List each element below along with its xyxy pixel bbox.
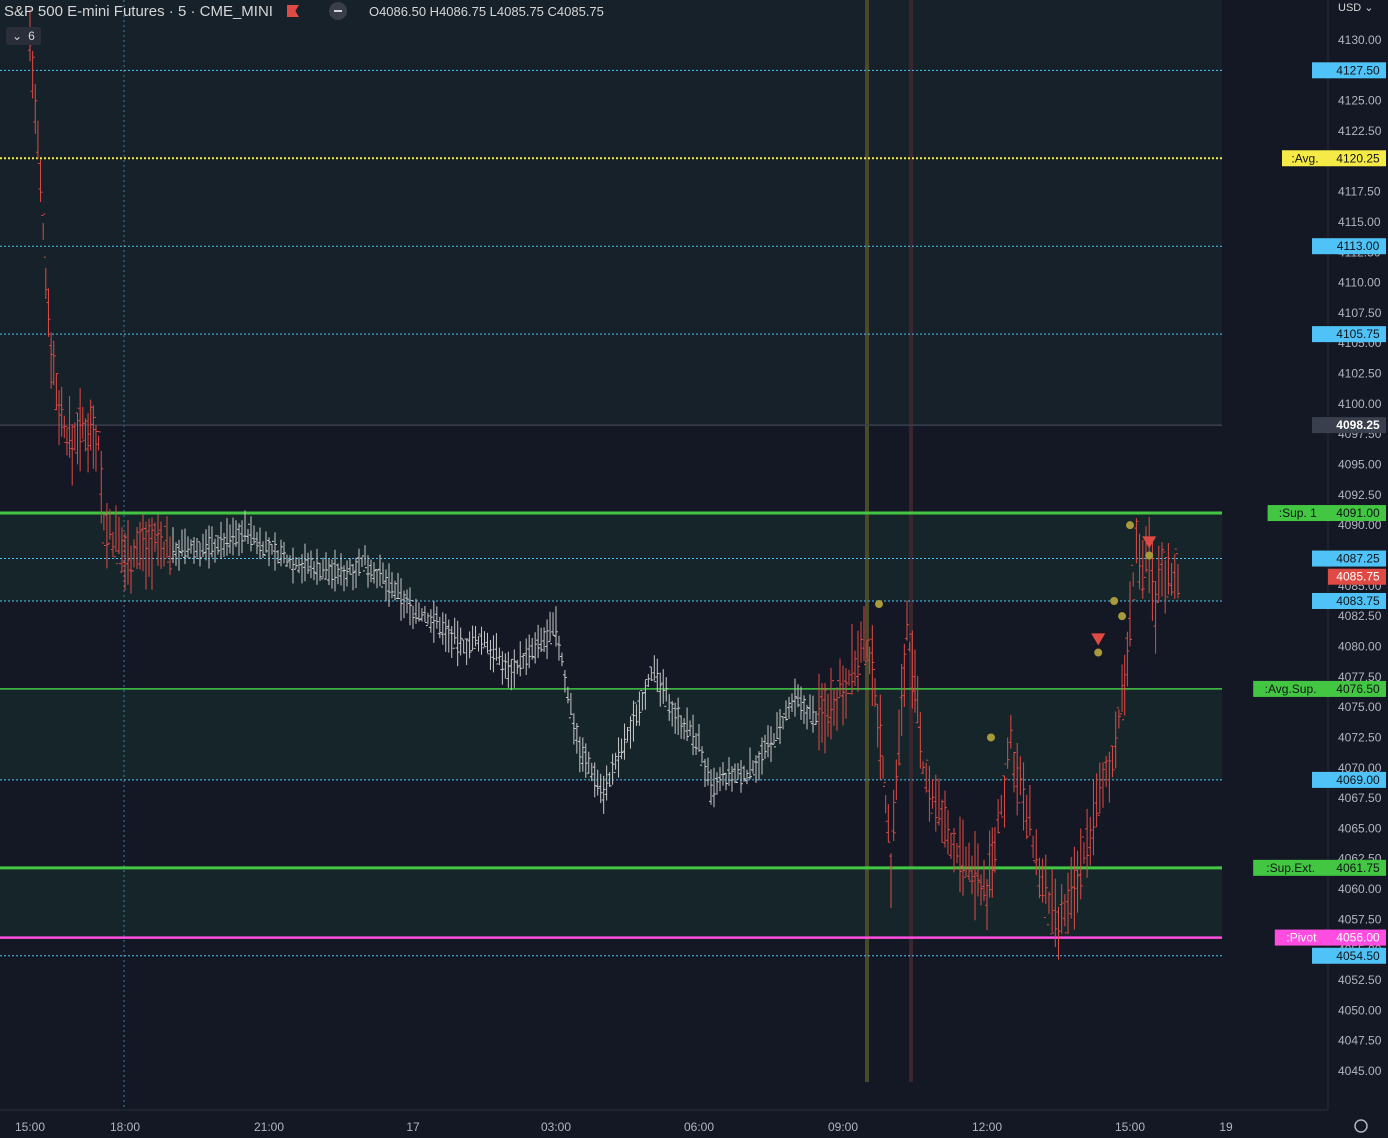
signal-dot (1110, 596, 1119, 605)
price-label: 4056.00 (1336, 931, 1380, 945)
y-tick-label: 4072.50 (1338, 730, 1382, 744)
signal-dot (1094, 648, 1103, 657)
x-tick-label: 09:00 (828, 1120, 858, 1134)
y-tick-label: 4080.00 (1338, 639, 1382, 653)
price-label-tab (1312, 62, 1328, 79)
x-tick-label: 06:00 (684, 1120, 714, 1134)
level-name: :Avg.Sup. (1265, 682, 1317, 696)
x-tick-label: 17 (406, 1120, 420, 1134)
price-label: 4098.25 (1336, 418, 1380, 432)
x-tick-label: 19 (1219, 1120, 1233, 1134)
supext-zone (0, 867, 1222, 938)
ohlc-readout: O4086.50 H4086.75 L4085.75 C4085.75 (368, 3, 604, 19)
upper-zone (0, 0, 1222, 426)
y-tick-label: 4125.00 (1338, 94, 1382, 108)
y-tick-label: 4115.00 (1338, 215, 1381, 229)
x-tick-label: 21:00 (254, 1120, 284, 1134)
x-tick-label: 03:00 (541, 1120, 571, 1134)
current-price-label: 4085.75 (1336, 570, 1380, 584)
price-label: 4087.25 (1336, 552, 1380, 566)
chart-header: S&P 500 E-mini Futures · 5 · CME_MINI O4… (0, 0, 604, 22)
y-tick-label: 4065.00 (1338, 821, 1382, 835)
price-label: 4105.75 (1336, 327, 1380, 341)
x-tick-label: 15:00 (15, 1120, 45, 1134)
price-label: 4091.00 (1336, 506, 1380, 520)
y-tick-label: 4102.50 (1338, 367, 1382, 381)
y-tick-label: 4092.50 (1338, 488, 1382, 502)
y-tick-label: 4060.00 (1338, 882, 1382, 896)
price-label: 4076.50 (1336, 682, 1380, 696)
y-tick-label: 4045.00 (1338, 1064, 1382, 1078)
price-label-tab (1312, 771, 1328, 788)
level-name: :Sup.Ext. (1266, 861, 1315, 875)
y-tick-label: 4122.50 (1338, 124, 1382, 138)
price-label: 4113.00 (1337, 239, 1380, 253)
price-label-tab (1312, 326, 1328, 343)
price-label-tab (1312, 592, 1328, 609)
y-tick-label: 4067.50 (1338, 791, 1382, 805)
y-tick-label: 4075.00 (1338, 700, 1382, 714)
collapse-icon[interactable] (328, 2, 347, 20)
currency-selector[interactable]: USD ⌄ (1338, 1, 1374, 14)
y-tick-label: 4100.00 (1338, 397, 1382, 411)
price-label: 4127.50 (1336, 63, 1380, 77)
x-tick-label: 12:00 (972, 1120, 1002, 1134)
price-label: 4061.75 (1336, 861, 1380, 875)
y-tick-label: 4110.00 (1338, 276, 1381, 290)
y-tick-label: 4095.00 (1338, 458, 1382, 472)
symbol-title[interactable]: S&P 500 E-mini Futures · 5 · CME_MINI (0, 3, 273, 20)
price-label-tab (1312, 550, 1328, 567)
session-mark-line (909, 0, 913, 1082)
session-open-line (865, 0, 869, 1082)
signal-dot (1145, 551, 1154, 560)
level-name: :Avg. (1291, 151, 1318, 165)
price-label-tab (1312, 947, 1328, 964)
y-tick-label: 4117.50 (1338, 185, 1381, 199)
price-chart[interactable]: 4130.004127.504125.004122.504120.004117.… (0, 0, 1388, 1138)
y-tick-label: 4057.50 (1338, 912, 1382, 926)
price-gutter (1222, 0, 1328, 1138)
price-label-tab (1312, 238, 1328, 255)
price-label: 4069.00 (1336, 773, 1380, 787)
price-label-tab (1312, 417, 1328, 434)
y-tick-label: 4107.50 (1338, 306, 1382, 320)
price-label: 4120.25 (1336, 151, 1380, 165)
x-tick-label: 18:00 (110, 1120, 140, 1134)
level-name: :Sup. 1 (1279, 506, 1317, 520)
y-tick-label: 4130.00 (1338, 33, 1382, 47)
avgsup-zone (0, 688, 1222, 780)
y-tick-label: 4050.00 (1338, 1003, 1382, 1017)
y-tick-label: 4052.50 (1338, 973, 1382, 987)
price-label: 4054.50 (1336, 949, 1380, 963)
indicators-toggle[interactable]: ⌄ 6 (6, 27, 41, 45)
signal-dot (1118, 612, 1127, 621)
signal-dot (986, 733, 995, 742)
y-tick-label: 4082.50 (1338, 609, 1382, 623)
signal-dot (875, 600, 883, 609)
y-tick-label: 4047.50 (1338, 1034, 1382, 1048)
indicator-count: 6 (28, 29, 35, 43)
flag-icon[interactable] (286, 5, 299, 17)
price-label: 4083.75 (1336, 594, 1380, 608)
chevron-down-icon: ⌄ (12, 29, 23, 43)
level-name: :Pivot (1286, 931, 1317, 945)
signal-dot (1126, 521, 1134, 530)
x-tick-label: 15:00 (1115, 1120, 1145, 1134)
